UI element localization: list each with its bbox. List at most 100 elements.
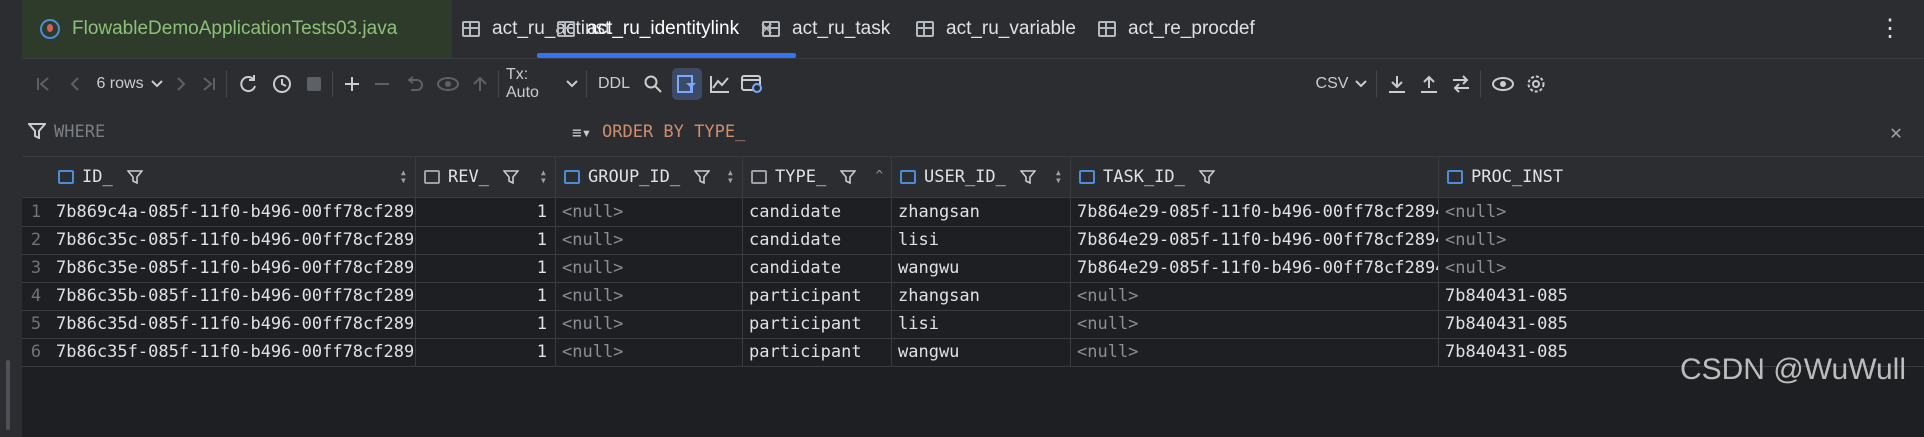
- tab-act-ru-task[interactable]: act_ru_task: [762, 0, 890, 58]
- more-options-icon[interactable]: ⋮: [1878, 14, 1902, 43]
- download-icon[interactable]: [1384, 59, 1410, 109]
- filter-icon: [26, 123, 48, 144]
- ddl-button[interactable]: DDL: [594, 59, 634, 109]
- table-cell-user[interactable]: zhangsan: [892, 282, 1071, 310]
- row-number: 6: [30, 342, 42, 362]
- upload-icon[interactable]: [1416, 59, 1442, 109]
- table-cell-id[interactable]: 7b86c35c-085f-11f0-b496-00ff78cf2894: [50, 226, 416, 254]
- column-header-type[interactable]: TYPE_ ^: [743, 157, 892, 197]
- view-icon[interactable]: [1488, 59, 1518, 109]
- table-cell-task[interactable]: 7b864e29-085f-11f0-b496-00ff78cf2894: [1071, 226, 1439, 254]
- tab-java-file[interactable]: FlowableDemoApplicationTests03.java: [22, 0, 452, 58]
- refresh-icon[interactable]: [234, 59, 262, 109]
- table-cell-id[interactable]: 7b86c35d-085f-11f0-b496-00ff78cf2894: [50, 310, 416, 338]
- export-format-dropdown[interactable]: CSV: [1314, 59, 1370, 109]
- table-cell-rev[interactable]: 1: [416, 226, 556, 254]
- table-cell-proc[interactable]: <null>: [1439, 198, 1569, 226]
- where-input[interactable]: WHERE: [54, 122, 105, 142]
- compare-icon[interactable]: [1448, 59, 1474, 109]
- table-cell-type[interactable]: candidate: [743, 226, 892, 254]
- chart-icon[interactable]: [706, 59, 734, 109]
- revert-icon[interactable]: [402, 59, 426, 109]
- filter-rows-icon[interactable]: [672, 68, 702, 100]
- table-cell-proc[interactable]: 7b840431-085: [1439, 338, 1569, 366]
- table-cell-user[interactable]: lisi: [892, 226, 1071, 254]
- table-cell-id[interactable]: 7b86c35b-085f-11f0-b496-00ff78cf2894: [50, 282, 416, 310]
- table-cell-group[interactable]: <null>: [556, 254, 743, 282]
- tab-act-ru-variable[interactable]: act_ru_variable: [916, 0, 1076, 58]
- table-row[interactable]: 3 7b86c35e-085f-11f0-b496-00ff78cf2894 1 <n…: [22, 254, 1924, 283]
- query-console-icon[interactable]: [738, 59, 766, 109]
- table-cell-type[interactable]: participant: [743, 310, 892, 338]
- table-cell-user[interactable]: lisi: [892, 310, 1071, 338]
- table-cell-proc[interactable]: 7b840431-085: [1439, 282, 1569, 310]
- table-cell-id[interactable]: 7b86c35e-085f-11f0-b496-00ff78cf2894: [50, 254, 416, 282]
- rows-count-dropdown[interactable]: 6 rows: [94, 59, 166, 109]
- add-row-icon[interactable]: [340, 59, 364, 109]
- submit-icon[interactable]: [468, 59, 492, 109]
- table-cell-rev[interactable]: 1: [416, 254, 556, 282]
- last-page-icon[interactable]: [196, 59, 222, 109]
- history-icon[interactable]: [268, 59, 296, 109]
- sort-ascending-icon[interactable]: ^: [876, 169, 883, 181]
- table-cell-type[interactable]: participant: [743, 282, 892, 310]
- gear-icon[interactable]: [1522, 59, 1550, 109]
- toolbar-separator: [332, 71, 333, 97]
- table-cell-task[interactable]: 7b864e29-085f-11f0-b496-00ff78cf2894: [1071, 198, 1439, 226]
- table-row[interactable]: 5 7b86c35d-085f-11f0-b496-00ff78cf2894 1 <n…: [22, 310, 1924, 339]
- table-row[interactable]: 1 7b869c4a-085f-11f0-b496-00ff78cf2894 1 <n…: [22, 198, 1924, 227]
- column-header-rev[interactable]: REV_ ▴ ▾: [416, 157, 556, 197]
- preview-changes-icon[interactable]: [434, 59, 462, 109]
- table-row[interactable]: 2 7b86c35c-085f-11f0-b496-00ff78cf2894 1 <n…: [22, 226, 1924, 255]
- table-cell-proc[interactable]: <null>: [1439, 226, 1569, 254]
- table-cell-type[interactable]: candidate: [743, 254, 892, 282]
- table-cell-id[interactable]: 7b869c4a-085f-11f0-b496-00ff78cf2894: [50, 198, 416, 226]
- table-cell-rev[interactable]: 1: [416, 282, 556, 310]
- table-cell-proc[interactable]: 7b840431-085: [1439, 310, 1569, 338]
- table-cell-group[interactable]: <null>: [556, 338, 743, 366]
- table-cell-user[interactable]: wangwu: [892, 254, 1071, 282]
- stop-icon[interactable]: [302, 59, 326, 109]
- sort-arrows-icon[interactable]: ▴ ▾: [400, 166, 407, 186]
- table-cell-rev[interactable]: 1: [416, 338, 556, 366]
- table-cell-proc[interactable]: <null>: [1439, 254, 1569, 282]
- close-icon[interactable]: ✕: [1890, 120, 1902, 144]
- search-icon[interactable]: [640, 59, 666, 109]
- table-cell-group[interactable]: <null>: [556, 282, 743, 310]
- filter-icon: [1198, 170, 1215, 184]
- transaction-mode-dropdown[interactable]: Tx: Auto: [506, 59, 578, 109]
- table-cell-task[interactable]: 7b864e29-085f-11f0-b496-00ff78cf2894: [1071, 254, 1439, 282]
- table-cell-group[interactable]: <null>: [556, 198, 743, 226]
- table-cell-group[interactable]: <null>: [556, 310, 743, 338]
- delete-row-icon[interactable]: [370, 59, 394, 109]
- column-header-task-id[interactable]: TASK_ID_: [1071, 157, 1439, 197]
- table-cell-user[interactable]: zhangsan: [892, 198, 1071, 226]
- chevron-down-icon: [150, 80, 163, 88]
- table-cell-task[interactable]: <null>: [1071, 338, 1439, 366]
- tab-act-ru-identitylink[interactable]: act_ru_identitylink ✕: [537, 0, 797, 58]
- table-cell-rev[interactable]: 1: [416, 310, 556, 338]
- column-header-user-id[interactable]: USER_ID_ ▴ ▾: [892, 157, 1071, 197]
- sort-arrows-icon[interactable]: ▴ ▾: [727, 166, 734, 186]
- column-header-id[interactable]: ID_ ▴ ▾: [50, 157, 416, 197]
- table-cell-type[interactable]: participant: [743, 338, 892, 366]
- table-cell-user[interactable]: wangwu: [892, 338, 1071, 366]
- sort-arrows-icon[interactable]: ▴ ▾: [540, 166, 547, 186]
- table-cell-rev[interactable]: 1: [416, 198, 556, 226]
- table-cell-group[interactable]: <null>: [556, 226, 743, 254]
- order-by-input[interactable]: ORDER BY TYPE_: [602, 122, 745, 142]
- table-row[interactable]: 6 7b86c35f-085f-11f0-b496-00ff78cf2894 1 <n…: [22, 338, 1924, 367]
- table-cell-type[interactable]: candidate: [743, 198, 892, 226]
- csv-label: CSV: [1315, 75, 1349, 92]
- table-cell-task[interactable]: <null>: [1071, 282, 1439, 310]
- table-row[interactable]: 4 7b86c35b-085f-11f0-b496-00ff78cf2894 1 <n…: [22, 282, 1924, 311]
- first-page-icon[interactable]: [30, 59, 56, 109]
- column-header-proc-inst[interactable]: PROC_INST: [1439, 157, 1569, 197]
- tab-act-re-procdef[interactable]: act_re_procdef: [1098, 0, 1255, 58]
- previous-page-icon[interactable]: [62, 59, 88, 109]
- next-page-icon[interactable]: [168, 59, 194, 109]
- sort-arrows-icon[interactable]: ▴ ▾: [1055, 166, 1062, 186]
- table-cell-id[interactable]: 7b86c35f-085f-11f0-b496-00ff78cf2894: [50, 338, 416, 366]
- column-header-group-id[interactable]: GROUP_ID_ ▴ ▾: [556, 157, 743, 197]
- table-cell-task[interactable]: <null>: [1071, 310, 1439, 338]
